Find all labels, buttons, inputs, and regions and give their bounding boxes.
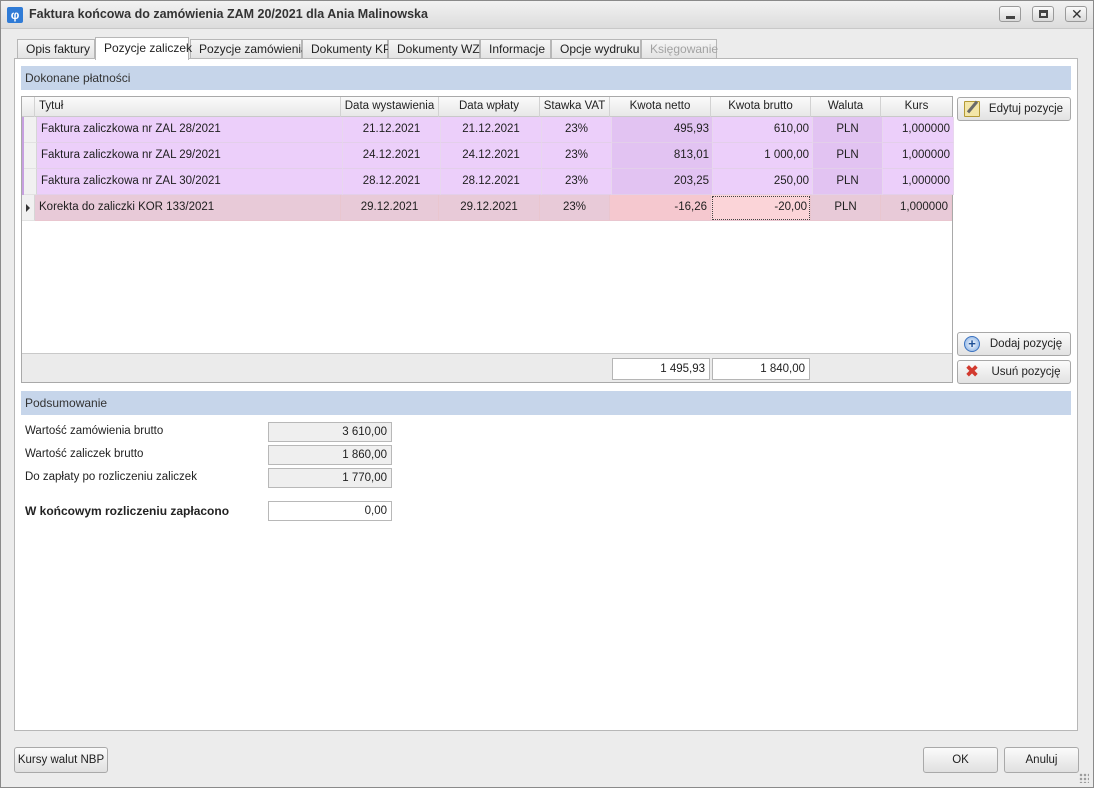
header-indicator [22,97,35,117]
cell-issue-date: 29.12.2021 [341,195,439,221]
row-indicator[interactable] [22,195,35,221]
resize-grip-icon[interactable] [1079,773,1089,783]
grid-header: Tytuł Data wystawienia Data wpłaty Stawk… [22,97,952,117]
cell-rate: 1,000000 [883,169,954,195]
cell-net: 813,01 [612,143,713,169]
delete-x-icon: ✖ [964,362,980,381]
header-data-wystawienia[interactable]: Data wystawienia [341,97,439,117]
close-icon: ✕ [1071,6,1083,22]
to-pay-label: Do zapłaty po rozliczeniu zaliczek [25,471,197,483]
cell-currency: PLN [811,195,881,221]
close-button[interactable]: ✕ [1065,6,1087,22]
tab-informacje[interactable]: Informacje [480,39,551,59]
tab-opis-faktury[interactable]: Opis faktury [17,39,95,59]
header-waluta[interactable]: Waluta [811,97,881,117]
cell-title: Faktura zaliczkowa nr ZAL 30/2021 [37,169,343,195]
cell-rate: 1,000000 [883,143,954,169]
table-row-selected[interactable]: Korekta do zaliczki KOR 133/2021 29.12.2… [22,195,952,221]
cancel-button[interactable]: Anuluj [1004,747,1079,773]
advances-gross-label: Wartość zaliczek brutto [25,448,144,460]
maximize-button[interactable] [1032,6,1054,22]
cell-payment-date: 24.12.2021 [441,143,542,169]
cell-vat: 23% [540,195,610,221]
dialog-window: φ Faktura końcowa do zamówienia ZAM 20/2… [0,0,1094,788]
row-indicator[interactable] [24,143,37,169]
cell-gross-focused[interactable]: -20,00 [711,195,811,221]
row-indicator[interactable] [24,169,37,195]
cell-net: 203,25 [612,169,713,195]
edit-positions-button[interactable]: Edytuj pozycje [957,97,1071,121]
tab-page: Dokonane płatności Tytuł Data wystawieni… [14,58,1078,731]
total-net: 1 495,93 [612,358,710,380]
header-data-wplaty[interactable]: Data wpłaty [439,97,540,117]
remove-position-button[interactable]: ✖ Usuń pozycję [957,360,1071,384]
table-row[interactable]: Faktura zaliczkowa nr ZAL 28/2021 21.12.… [22,117,954,143]
add-plus-icon: + [964,336,980,352]
header-tytul[interactable]: Tytuł [35,97,341,117]
app-phi-icon: φ [7,7,23,23]
tab-ksiegowanie: Księgowanie [641,39,718,59]
cell-payment-date: 28.12.2021 [441,169,542,195]
payments-grid[interactable]: Tytuł Data wystawienia Data wpłaty Stawk… [21,96,954,383]
tab-opcje-wydruku[interactable]: Opcje wydruku [551,39,641,59]
cell-payment-date: 29.12.2021 [439,195,540,221]
remove-position-label: Usuń pozycję [991,366,1061,378]
header-kwota-netto[interactable]: Kwota netto [610,97,711,117]
header-kwota-brutto[interactable]: Kwota brutto [711,97,811,117]
maximize-icon [1039,10,1048,18]
edit-positions-label: Edytuj pozycje [988,103,1064,115]
table-row[interactable]: Faktura zaliczkowa nr ZAL 29/2021 24.12.… [22,143,954,169]
tab-dokumenty-kp[interactable]: Dokumenty KP [302,39,391,59]
nbp-rates-button[interactable]: Kursy walut NBP [14,747,108,773]
cell-currency: PLN [813,143,883,169]
table-row[interactable]: Faktura zaliczkowa nr ZAL 30/2021 28.12.… [22,169,954,195]
advances-gross-value: 1 860,00 [268,445,392,465]
edit-pencil-icon [964,101,980,117]
paid-final-label: W końcowym rozliczeniu zapłacono [25,504,230,518]
order-gross-label: Wartość zamówienia brutto [25,425,164,437]
header-kurs[interactable]: Kurs [881,97,952,117]
cell-issue-date: 24.12.2021 [343,143,441,169]
cell-vat: 23% [542,169,612,195]
add-position-label: Dodaj pozycję [989,338,1063,350]
cell-issue-date: 28.12.2021 [343,169,441,195]
cell-currency: PLN [813,117,883,143]
header-stawka-vat[interactable]: Stawka VAT [540,97,610,117]
paid-final-input[interactable]: 0,00 [268,501,392,521]
cell-net: -16,26 [610,195,711,221]
add-position-button[interactable]: + Dodaj pozycję [957,332,1071,356]
grid-footer: 1 495,93 1 840,00 [22,353,952,382]
cell-rate: 1,000000 [881,195,952,221]
cell-issue-date: 21.12.2021 [343,117,441,143]
cell-net: 495,93 [612,117,713,143]
total-gross: 1 840,00 [712,358,810,380]
title-bar[interactable]: φ Faktura końcowa do zamówienia ZAM 20/2… [1,1,1093,29]
minimize-icon [1006,16,1015,19]
payments-section-header: Dokonane płatności [21,66,1071,90]
cell-title: Faktura zaliczkowa nr ZAL 28/2021 [37,117,343,143]
minimize-button[interactable] [999,6,1021,22]
to-pay-value: 1 770,00 [268,468,392,488]
tab-dokumenty-wz[interactable]: Dokumenty WZ [388,39,480,59]
order-gross-value: 3 610,00 [268,422,392,442]
cell-gross: 1 000,00 [713,143,813,169]
cell-title: Faktura zaliczkowa nr ZAL 29/2021 [37,143,343,169]
cell-currency: PLN [813,169,883,195]
window-title: Faktura końcowa do zamówienia ZAM 20/202… [29,7,428,21]
cell-payment-date: 21.12.2021 [441,117,542,143]
ok-button[interactable]: OK [923,747,998,773]
summary-section-header: Podsumowanie [21,391,1071,415]
cell-gross: 610,00 [713,117,813,143]
cell-vat: 23% [542,117,612,143]
tab-pozycje-zamowienia[interactable]: Pozycje zamówienia [190,39,308,59]
cell-gross: 250,00 [713,169,813,195]
cell-rate: 1,000000 [883,117,954,143]
cell-title: Korekta do zaliczki KOR 133/2021 [35,195,341,221]
tab-pozycje-zaliczek[interactable]: Pozycje zaliczek [95,37,192,60]
row-indicator[interactable] [24,117,37,143]
current-row-arrow-icon [26,204,30,212]
cell-vat: 23% [542,143,612,169]
